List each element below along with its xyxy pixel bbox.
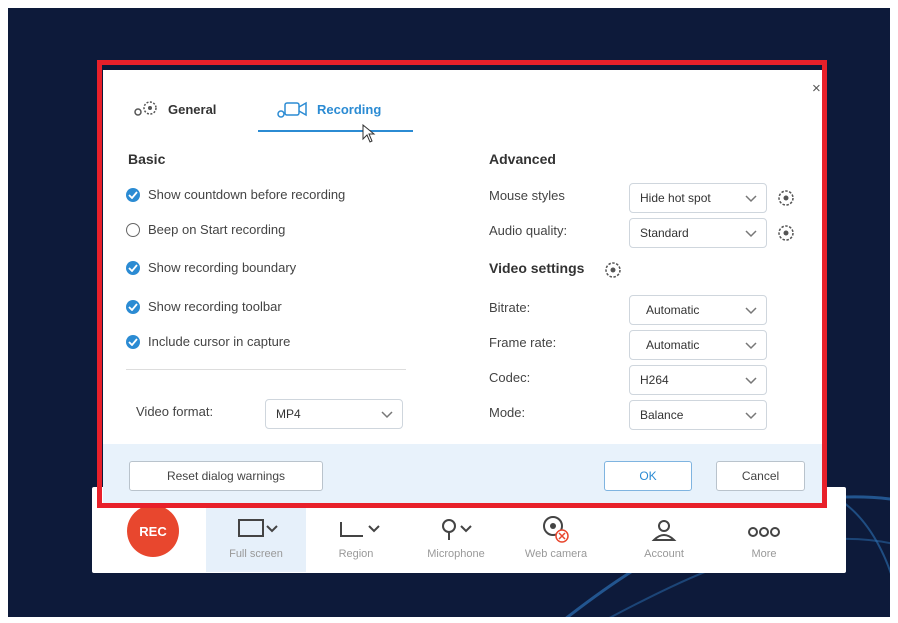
webcam-off-icon [543, 516, 569, 543]
toolbar-item-label: Web camera [524, 548, 588, 560]
chevron-down-icon [745, 377, 757, 385]
screen-edge-left [0, 0, 8, 623]
mouse-pointer-icon [362, 124, 376, 143]
option-label: Include cursor in capture [148, 334, 291, 349]
codec-label: Codec: [489, 370, 531, 385]
chevron-down-icon [745, 230, 757, 238]
chevron-down-icon [745, 195, 757, 203]
tab-general[interactable]: General [132, 100, 216, 118]
chevron-down-icon [381, 411, 393, 419]
frame-rate-label: Frame rate: [489, 335, 557, 350]
checked-icon [126, 299, 140, 314]
toolbar-item-label: Region [338, 548, 374, 560]
ok-button[interactable]: OK [604, 461, 692, 491]
toolbar-item-more[interactable]: More [714, 500, 814, 572]
toolbar-item-label: Account [644, 548, 684, 560]
tab-label: General [168, 101, 217, 117]
mouse-styles-settings-icon[interactable] [776, 188, 796, 208]
option-label: Beep on Start recording [148, 222, 286, 237]
select-value: Hide hot spot [640, 191, 711, 205]
select-value: MP4 [276, 407, 301, 421]
option-beep-on-start[interactable]: Beep on Start recording [126, 222, 285, 237]
chevron-down-icon [745, 342, 757, 350]
option-include-cursor[interactable]: Include cursor in capture [126, 334, 290, 349]
tab-recording[interactable]: Recording [277, 100, 381, 118]
unchecked-icon [126, 222, 140, 237]
codec-select[interactable]: H264 [629, 365, 767, 395]
mode-label: Mode: [489, 405, 526, 420]
select-value: H264 [640, 373, 669, 387]
checked-icon [126, 260, 140, 275]
select-value: Automatic [646, 338, 700, 352]
option-label: Show recording boundary [148, 260, 297, 275]
frame-rate-select[interactable]: Automatic [629, 330, 767, 360]
mode-select[interactable]: Balance [629, 400, 767, 430]
region-icon [340, 522, 380, 537]
tab-label: Recording [317, 101, 382, 117]
toolbar-item-label: More [751, 548, 777, 560]
cancel-button[interactable]: Cancel [716, 461, 805, 491]
toolbar-item-web-camera[interactable]: Web camera [506, 500, 606, 572]
video-settings-icon[interactable] [603, 260, 623, 280]
mouse-styles-label: Mouse styles [489, 188, 565, 203]
settings-dialog [103, 70, 827, 505]
toolbar-item-region[interactable]: Region [306, 500, 406, 572]
audio-quality-settings-icon[interactable] [776, 223, 796, 243]
mouse-styles-select[interactable]: Hide hot spot [629, 183, 767, 213]
audio-quality-select[interactable]: Standard [629, 218, 767, 248]
close-icon[interactable]: × [812, 80, 821, 97]
monitor-icon [238, 519, 278, 537]
more-icon [748, 527, 780, 537]
toolbar-item-account[interactable]: Account [614, 500, 714, 572]
option-show-toolbar[interactable]: Show recording toolbar [126, 299, 282, 314]
select-value: Balance [640, 408, 684, 422]
rec-button[interactable]: REC [127, 505, 179, 557]
toolbar-item-label: Full screen [229, 548, 283, 560]
chevron-down-icon [745, 412, 757, 420]
basic-section-title: Basic [128, 151, 166, 167]
reset-dialog-warnings-button[interactable]: Reset dialog warnings [129, 461, 323, 491]
gears-icon [134, 101, 157, 116]
screen-edge-right [890, 0, 898, 623]
option-label: Show countdown before recording [148, 187, 346, 202]
active-tab-indicator [258, 130, 413, 132]
option-show-countdown[interactable]: Show countdown before recording [126, 187, 345, 202]
toolbar-item-full-screen[interactable]: Full screen [206, 500, 306, 572]
video-format-label: Video format: [136, 404, 214, 419]
chevron-down-icon [745, 307, 757, 315]
screen-edge-top [0, 0, 898, 8]
checked-icon [126, 334, 140, 349]
video-format-select[interactable]: MP4 [265, 399, 403, 429]
select-value: Standard [640, 226, 689, 240]
microphone-icon [442, 519, 472, 540]
video-settings-title: Video settings [489, 260, 585, 276]
bitrate-label: Bitrate: [489, 300, 531, 315]
video-camera-icon [277, 101, 307, 118]
toolbar-item-label: Microphone [427, 548, 485, 560]
select-value: Automatic [646, 303, 700, 317]
basic-divider [126, 369, 406, 370]
bitrate-select[interactable]: Automatic [629, 295, 767, 325]
toolbar-item-microphone[interactable]: Microphone [406, 500, 506, 572]
checked-icon [126, 187, 140, 202]
audio-quality-label: Audio quality: [489, 223, 568, 238]
option-label: Show recording toolbar [148, 299, 282, 314]
advanced-section-title: Advanced [489, 151, 556, 167]
option-show-boundary[interactable]: Show recording boundary [126, 260, 296, 275]
account-icon [651, 520, 677, 541]
screen-edge-bottom [0, 617, 898, 623]
